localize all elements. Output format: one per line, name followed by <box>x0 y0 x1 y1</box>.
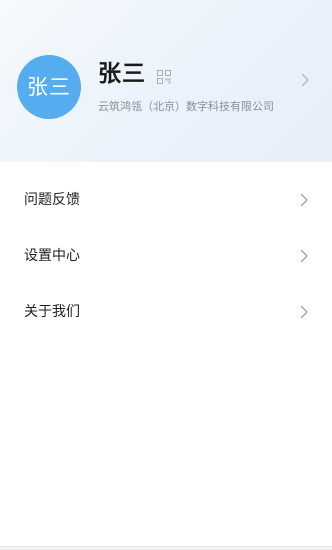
chevron-right-icon <box>300 305 308 319</box>
settings-menu: 问题反馈 设置中心 关于我们 <box>0 172 332 340</box>
chevron-right-icon <box>300 193 308 207</box>
qr-code-icon[interactable] <box>157 70 171 84</box>
menu-item-about-us[interactable]: 关于我们 <box>0 284 332 340</box>
avatar[interactable]: 张三 <box>17 55 81 119</box>
bottom-divider <box>0 546 332 550</box>
menu-item-label: 关于我们 <box>24 304 80 320</box>
menu-item-label: 设置中心 <box>24 248 80 264</box>
menu-item-settings-center[interactable]: 设置中心 <box>0 228 332 284</box>
company-name: 云筑鸿瓴（北京）数字科技有限公司 <box>98 100 274 113</box>
profile-name: 张三 <box>98 61 146 87</box>
menu-item-label: 问题反馈 <box>24 192 80 208</box>
chevron-right-icon <box>300 249 308 263</box>
chevron-right-icon[interactable] <box>300 73 310 87</box>
menu-item-feedback[interactable]: 问题反馈 <box>0 172 332 228</box>
profile-header[interactable]: 张三 张三 云筑鸿瓴（北京）数字科技有限公司 <box>0 0 332 162</box>
